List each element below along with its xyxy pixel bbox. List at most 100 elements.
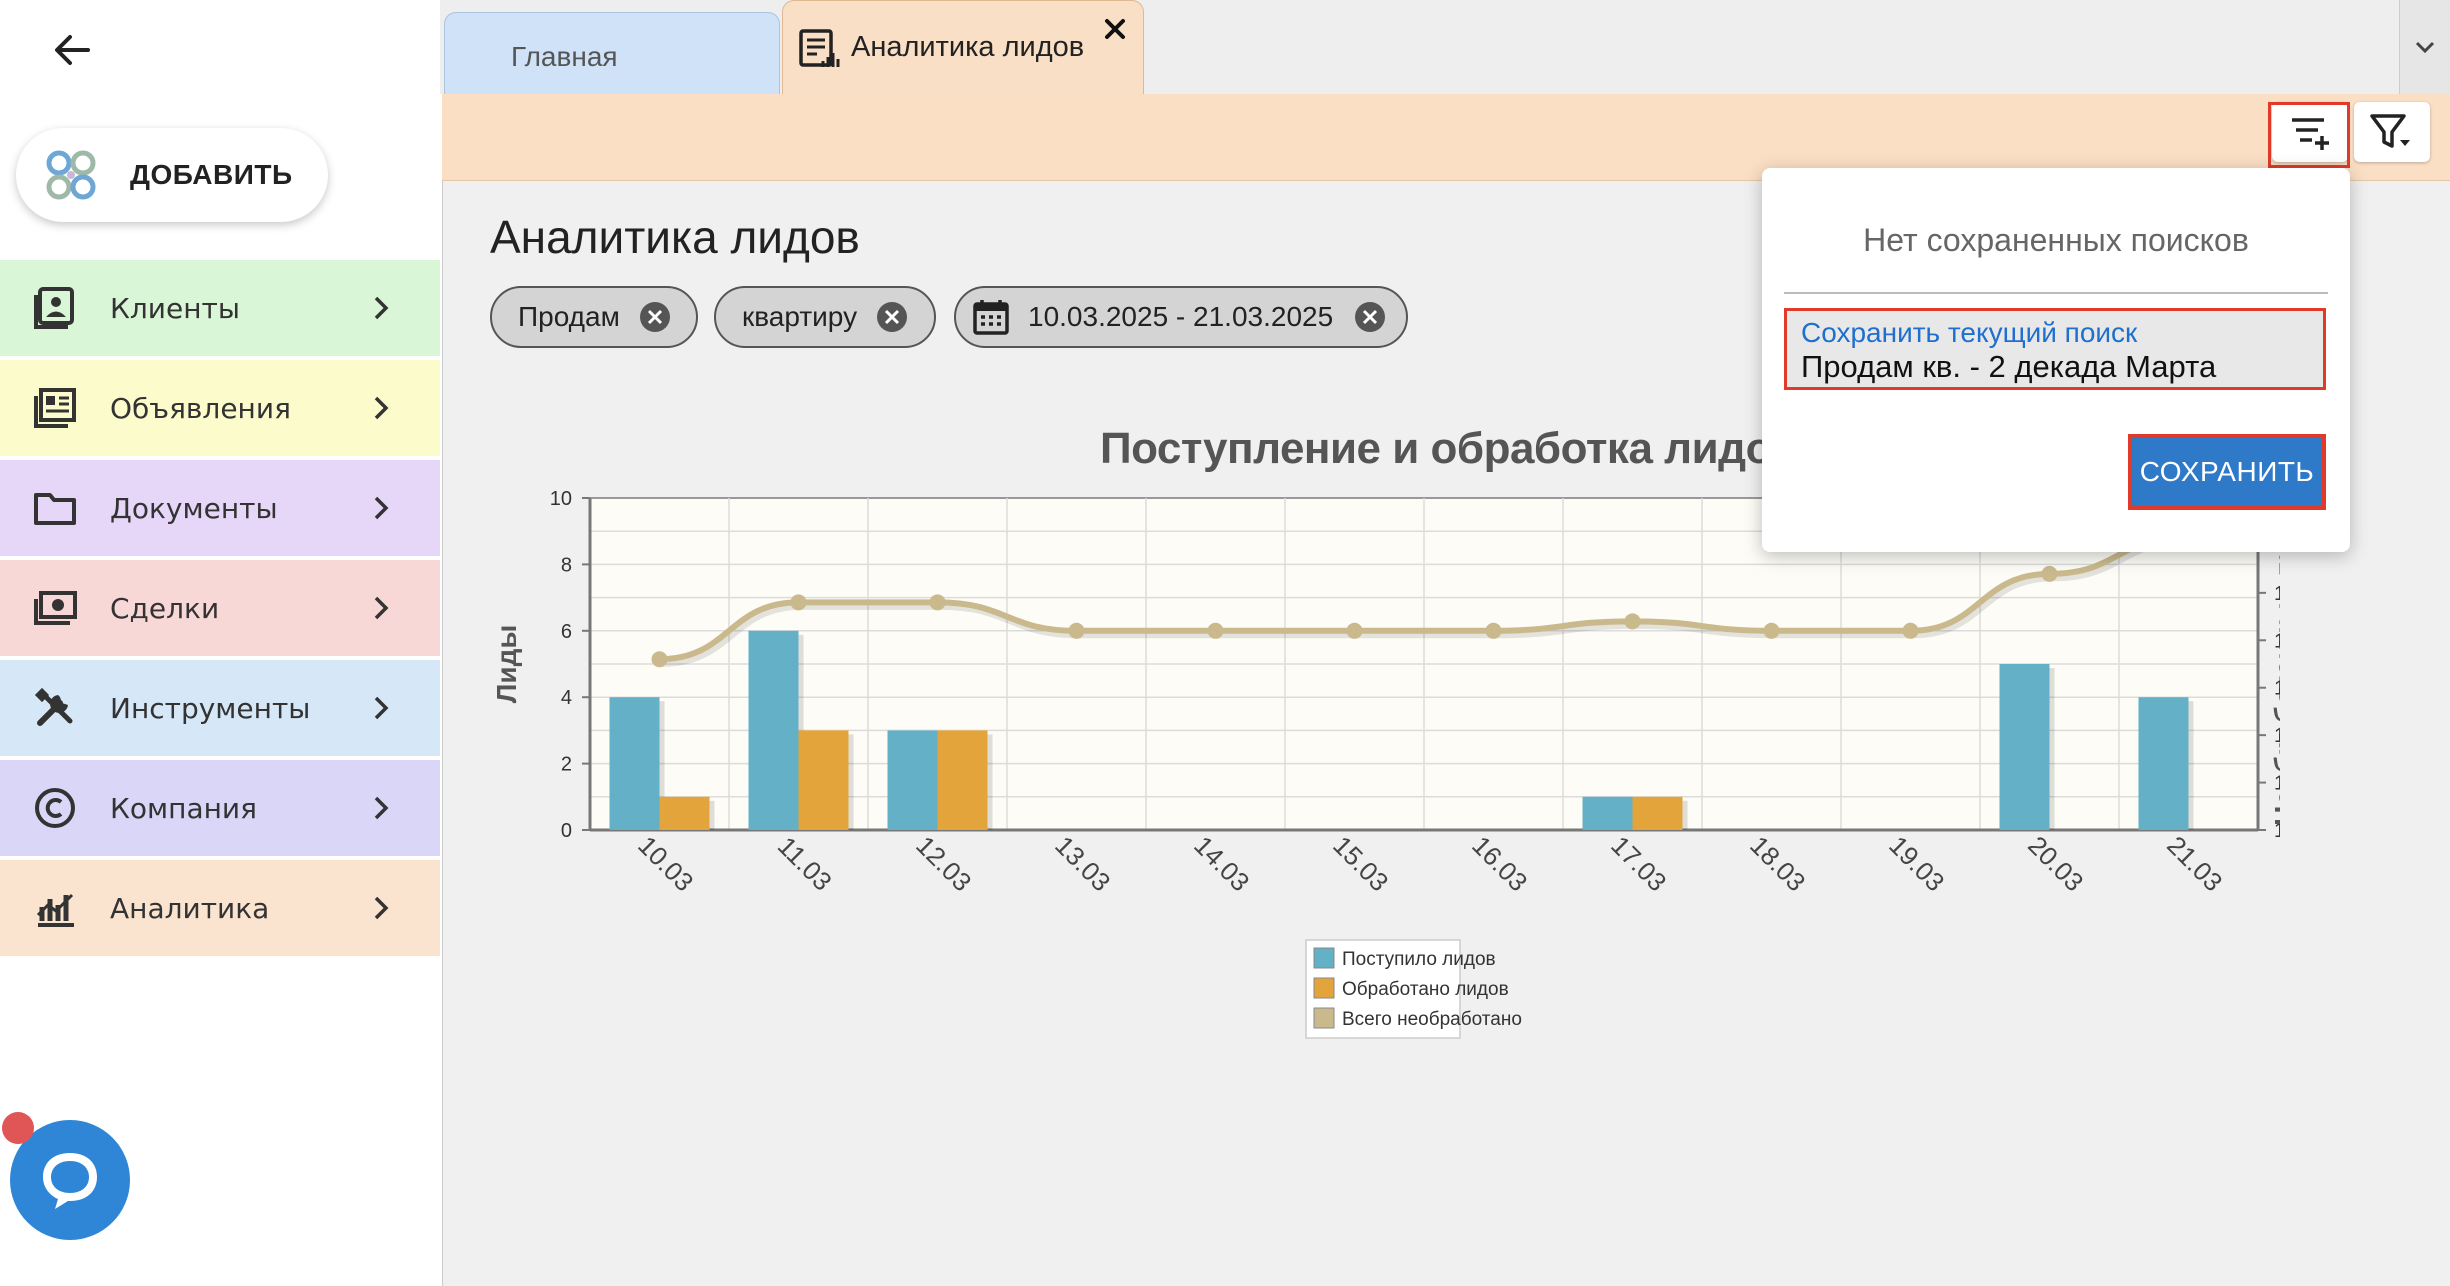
y-tick-label: 8	[561, 554, 572, 576]
sidebar-item-analytics[interactable]: Аналитика	[0, 860, 440, 956]
sidebar-item-label: Компания	[110, 791, 257, 825]
tab-home[interactable]: Главная	[444, 12, 780, 94]
close-circle-icon[interactable]	[875, 300, 909, 334]
legend-swatch	[1313, 947, 1335, 969]
legend-label: Всего необработано	[1342, 1009, 1522, 1030]
x-tick-label: 19.03	[1883, 830, 1950, 897]
legend-label: Поступило лидов	[1342, 949, 1496, 970]
x-tick-label: 11.03	[772, 831, 838, 897]
x-tick-label: 16.03	[1466, 830, 1533, 897]
line-point	[2041, 565, 2058, 582]
x-tick-label: 21.03	[2161, 830, 2228, 897]
chevron-right-icon	[374, 496, 389, 520]
tab-leads-analytics[interactable]: Аналитика лидов	[782, 0, 1144, 96]
close-circle-icon[interactable]	[1353, 300, 1387, 334]
tabs-dropdown-button[interactable]	[2399, 0, 2450, 94]
filter-button[interactable]	[2354, 102, 2430, 162]
y-tick-label: 0	[561, 820, 572, 842]
analytics-icon	[36, 893, 74, 927]
chip-date-label: 10.03.2025 - 21.03.2025	[1028, 301, 1334, 332]
contacts-icon	[34, 287, 74, 329]
filter-dropdown-icon	[2370, 114, 2410, 148]
chevron-right-icon	[374, 696, 389, 720]
save-search-box: Сохранить текущий поиск	[1784, 308, 2326, 390]
bar	[748, 630, 799, 830]
y-tick-label: 10	[550, 488, 572, 510]
filter-list-add-icon	[2292, 118, 2329, 150]
line-point	[1346, 622, 1363, 639]
line-point	[1763, 622, 1780, 639]
x-tick-label: 20.03	[2022, 830, 2089, 897]
sidebar-item-label: Объявления	[110, 391, 291, 425]
money-icon	[34, 591, 77, 625]
x-tick-label: 12.03	[910, 830, 977, 897]
sidebar-item-label: Документы	[110, 491, 278, 525]
sidebar-item-label: Клиенты	[110, 291, 240, 325]
y-tick-label: 2	[561, 754, 572, 776]
chip-label: квартиру	[742, 301, 858, 332]
page-title: Аналитика лидов	[490, 211, 860, 263]
sidebar-item-deals[interactable]: Сделки	[0, 560, 440, 656]
saved-searches-popup: Нет сохраненных поисков Сохранить текущи…	[1762, 168, 2350, 552]
saved-searches-button[interactable]	[2272, 102, 2348, 162]
line-point	[1485, 622, 1502, 639]
x-tick-label: 10.03	[632, 830, 699, 897]
bar	[1582, 796, 1633, 830]
chip-label: Продам	[518, 301, 620, 332]
add-logo-icon	[46, 150, 96, 200]
sidebar-menu: Клиенты Объявления Документы Сделки Инст…	[0, 260, 440, 960]
filter-chip-sell: Продам	[490, 286, 698, 348]
folder-icon	[34, 493, 76, 525]
bar	[659, 796, 710, 830]
search-name-input[interactable]	[1801, 349, 2301, 385]
sidebar-item-tools[interactable]: Инструменты	[0, 660, 440, 756]
close-circle-icon[interactable]	[638, 300, 672, 334]
line-point	[790, 594, 807, 611]
bar	[2138, 697, 2189, 830]
x-tick-label: 18.03	[1744, 830, 1811, 897]
copyright-icon	[35, 788, 75, 828]
chevron-right-icon	[374, 596, 389, 620]
back-arrow-icon[interactable]	[44, 22, 100, 78]
empty-saved-searches-message: Нет сохраненных поисков	[1863, 222, 2249, 258]
x-tick-label: 17.03	[1605, 830, 1672, 897]
sidebar-item-company[interactable]: Компания	[0, 760, 440, 856]
tools-icon	[34, 687, 73, 726]
divider	[1784, 292, 2328, 294]
line-point	[651, 651, 668, 668]
sidebar-item-documents[interactable]: Документы	[0, 460, 440, 556]
bar	[609, 697, 660, 830]
bar	[887, 730, 938, 830]
sidebar-item-label: Инструменты	[110, 691, 311, 725]
close-icon[interactable]	[1101, 15, 1129, 43]
chevron-down-icon	[2415, 41, 2435, 54]
bar	[1999, 664, 2050, 830]
x-tick-label: 15.03	[1327, 830, 1394, 897]
save-current-search-link[interactable]: Сохранить текущий поиск	[1801, 317, 2137, 349]
bar	[798, 730, 849, 830]
filter-chip-apartment: квартиру	[714, 286, 936, 348]
report-icon	[799, 29, 840, 67]
line-point	[1624, 613, 1641, 630]
y-tick-label: 6	[561, 621, 572, 643]
add-button[interactable]: ДОБАВИТЬ	[16, 128, 328, 222]
sidebar: ДОБАВИТЬ Клиенты Объявления Документы Сд…	[0, 0, 440, 1286]
tab-active-label: Аналитика лидов	[851, 31, 1085, 63]
tab-home-label: Главная	[511, 41, 618, 72]
x-tick-label: 14.03	[1188, 830, 1255, 897]
line-point	[929, 594, 946, 611]
sidebar-item-clients[interactable]: Клиенты	[0, 260, 440, 356]
line-point	[1207, 622, 1224, 639]
chevron-right-icon	[374, 396, 389, 420]
sidebar-item-listings[interactable]: Объявления	[0, 360, 440, 456]
bar	[937, 730, 988, 830]
legend-swatch	[1313, 1007, 1335, 1029]
y-axis-title: Лиды	[491, 625, 522, 704]
chevron-right-icon	[374, 796, 389, 820]
legend-label: Обработано лидов	[1342, 979, 1509, 1000]
legend-swatch	[1313, 977, 1335, 999]
notification-dot	[2, 1112, 34, 1144]
add-button-label: ДОБАВИТЬ	[130, 159, 293, 190]
save-button[interactable]: СОХРАНИТЬ	[2128, 434, 2326, 510]
y-tick-label: 4	[561, 687, 572, 709]
